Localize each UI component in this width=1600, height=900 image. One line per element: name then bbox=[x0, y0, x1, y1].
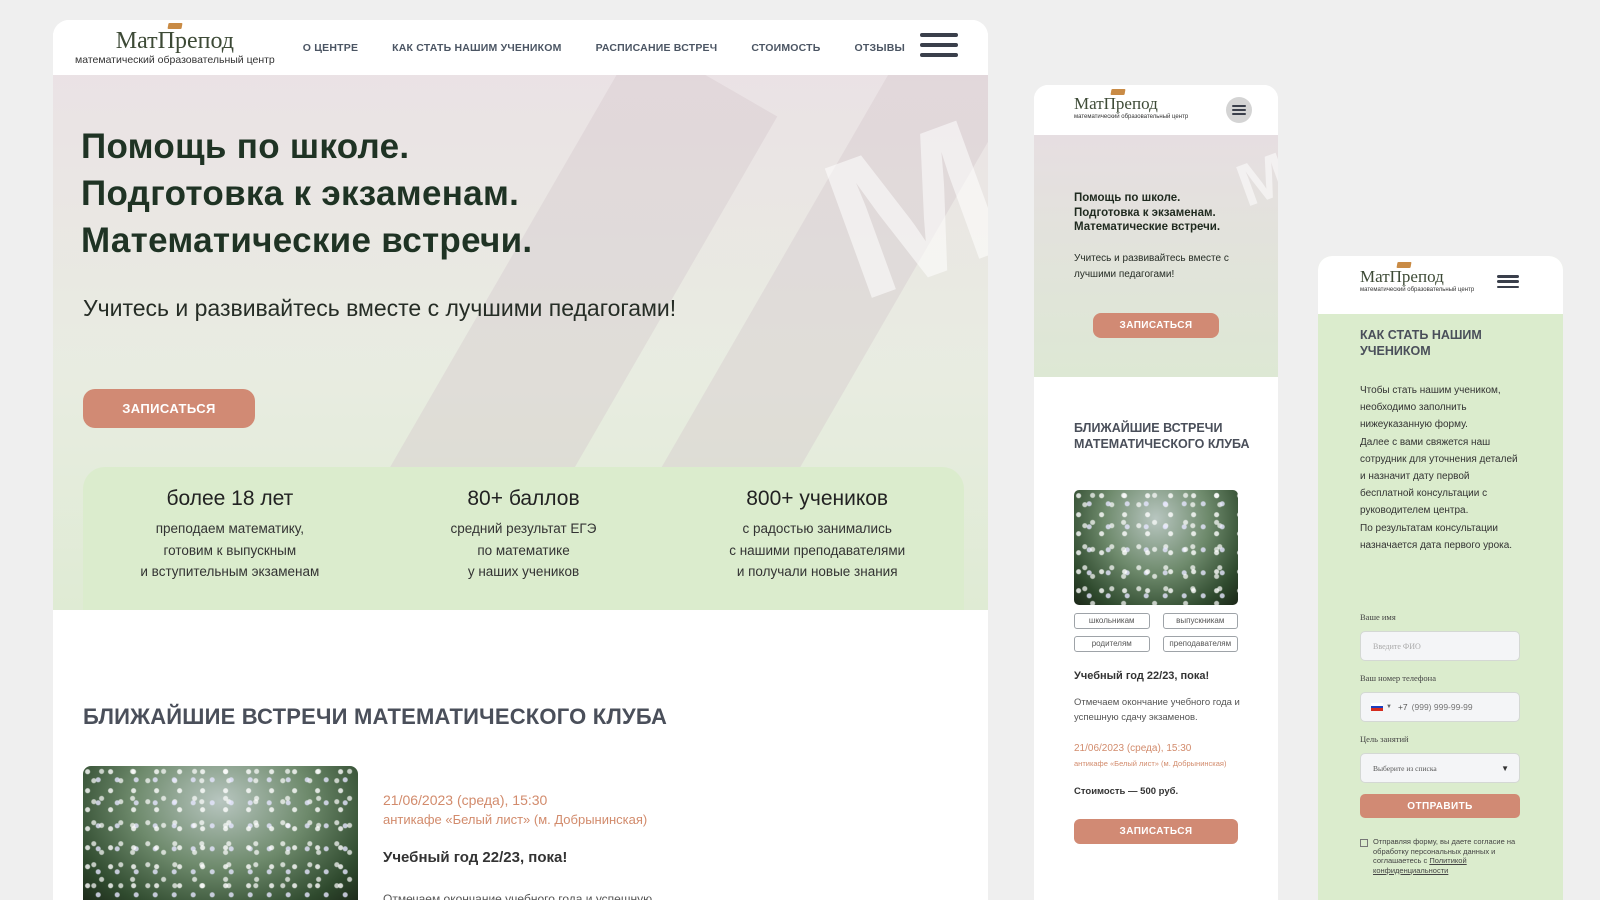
event-date: 21/06/2023 (среда), 15:30 bbox=[1074, 743, 1192, 754]
nav-schedule[interactable]: РАСПИСАНИЕ ВСТРЕЧ bbox=[596, 42, 718, 54]
name-input[interactable] bbox=[1360, 631, 1520, 661]
mobile-header: МатПрепод математический образовательный… bbox=[1318, 256, 1563, 314]
event-signup-button[interactable]: ЗАПИСАТЬСЯ bbox=[1074, 819, 1238, 844]
nav-pricing[interactable]: СТОИМОСТЬ bbox=[751, 42, 820, 54]
event-date: 21/06/2023 (среда), 15:30 bbox=[383, 792, 548, 808]
audience-tags: школьникам выпускникам родителям препода… bbox=[1074, 613, 1238, 652]
tag-students[interactable]: школьникам bbox=[1074, 613, 1150, 629]
mobile-header: МатПрепод математический образовательный… bbox=[1034, 85, 1278, 135]
signup-title: КАК СТАТЬ НАШИМ УЧЕНИКОМ bbox=[1360, 328, 1482, 358]
mobile-layout-signup: МатПрепод математический образовательный… bbox=[1318, 256, 1563, 900]
event-photo[interactable] bbox=[1074, 490, 1238, 605]
graduation-cap-icon bbox=[1396, 262, 1412, 268]
desktop-header: МатПрепод математический образовательный… bbox=[53, 20, 988, 75]
event-price: Стоимость — 500 руб. bbox=[1074, 786, 1179, 797]
meetings-title: БЛИЖАЙШИЕ ВСТРЕЧИ МАТЕМАТИЧЕСКОГО КЛУБА bbox=[83, 704, 668, 729]
event-photo[interactable] bbox=[83, 766, 358, 900]
stat-years: более 18 лет преподаем математику, готови… bbox=[140, 487, 320, 579]
menu-button[interactable] bbox=[1226, 97, 1252, 123]
name-label: Ваше имя bbox=[1360, 612, 1396, 622]
phone-field[interactable]: ▼ +7 bbox=[1360, 692, 1520, 722]
menu-icon[interactable] bbox=[1497, 275, 1519, 288]
hero-subtitle: Учитесь и развивайтесь вместе с лучшими … bbox=[1074, 253, 1229, 280]
logo-name: МатПрепод bbox=[116, 22, 234, 53]
tag-graduates[interactable]: выпускникам bbox=[1162, 613, 1238, 629]
logo-subtitle: математический образовательный центр bbox=[1074, 114, 1189, 120]
hero-subtitle: Учитесь и развивайтесь вместе с лучшими … bbox=[83, 295, 677, 321]
signup-button[interactable]: ЗАПИСАТЬСЯ bbox=[83, 389, 255, 428]
confetti-photo bbox=[83, 766, 358, 900]
chevron-down-icon: ▼ bbox=[1501, 763, 1509, 773]
event-title: Учебный год 22/23, пока! bbox=[1074, 670, 1210, 682]
confetti-photo bbox=[1074, 490, 1238, 605]
desktop-layout: МатПрепод математический образовательный… bbox=[53, 20, 988, 900]
phone-input[interactable] bbox=[1411, 702, 1492, 712]
tag-teachers[interactable]: преподавателям bbox=[1162, 636, 1238, 652]
logo-name: МатПрепод bbox=[1360, 262, 1444, 285]
mobile-layout-home: МатПрепод математический образовательный… bbox=[1034, 85, 1278, 900]
logo[interactable]: МатПрепод математический образовательный… bbox=[1360, 262, 1475, 294]
event-place: антикафе «Белый лист» (м. Добрынинская) bbox=[1074, 759, 1227, 768]
stat-score: 80+ баллов средний результат ЕГЭ по матем… bbox=[450, 487, 597, 579]
consent-text: Отправляя форму, вы даете согласие на об… bbox=[1373, 837, 1516, 875]
hero-title: Помощь по школе. Подготовка к экзаменам.… bbox=[81, 127, 533, 260]
signup-instructions: Чтобы стать нашим учеником, необходимо з… bbox=[1360, 385, 1518, 551]
goal-select-value: Выберите из списка bbox=[1373, 763, 1437, 773]
logo[interactable]: МатПрепод математический образовательный… bbox=[75, 22, 275, 67]
stat-students: 800+ учеников с радостью занимались с наш… bbox=[729, 487, 906, 579]
logo-subtitle: математический образовательный центр bbox=[75, 53, 275, 66]
phone-label: Ваш номер телефона bbox=[1360, 673, 1436, 683]
logo-subtitle: математический образовательный центр bbox=[1360, 287, 1475, 293]
main-nav: О ЦЕНТРЕ КАК СТАТЬ НАШИМ УЧЕНИКОМ РАСПИС… bbox=[303, 42, 905, 54]
nav-how-to-join[interactable]: КАК СТАТЬ НАШИМ УЧЕНИКОМ bbox=[392, 42, 561, 54]
menu-icon[interactable] bbox=[920, 33, 958, 57]
logo-name: МатПрепод bbox=[1074, 89, 1158, 112]
tag-parents[interactable]: родителям bbox=[1074, 636, 1150, 652]
nav-about[interactable]: О ЦЕНТРЕ bbox=[303, 42, 358, 54]
stats-panel: более 18 лет преподаем математику, готови… bbox=[83, 467, 964, 610]
event-place: антикафе «Белый лист» (м. Добрынинская) bbox=[383, 812, 648, 827]
phone-country-code: +7 bbox=[1397, 702, 1408, 712]
submit-button[interactable]: ОТПРАВИТЬ bbox=[1360, 794, 1520, 818]
event-card: 21/06/2023 (среда), 15:30 антикафе «Белы… bbox=[383, 792, 652, 900]
goal-label: Цель занятий bbox=[1360, 734, 1409, 744]
russia-flag-icon[interactable] bbox=[1371, 703, 1383, 712]
chevron-down-icon: ▼ bbox=[1386, 704, 1392, 710]
meetings-title: БЛИЖАЙШИЕ ВСТРЕЧИ МАТЕМАТИЧЕСКОГО КЛУБА bbox=[1074, 421, 1250, 451]
event-description: Отмечаем окончание учебного года и успеш… bbox=[383, 892, 653, 900]
hero-decor-letter: M bbox=[1228, 139, 1278, 220]
logo[interactable]: МатПрепод математический образовательный… bbox=[1074, 89, 1189, 121]
hero-section: M Помощь по школе. Подготовка к экзамена… bbox=[53, 75, 988, 610]
hero-section: M Помощь по школе. Подготовка к экзамена… bbox=[1034, 135, 1278, 377]
consent-checkbox[interactable] bbox=[1360, 839, 1368, 847]
menu-icon bbox=[1232, 105, 1246, 115]
consent-block: Отправляя форму, вы даете согласие на об… bbox=[1360, 837, 1525, 875]
graduation-cap-icon bbox=[167, 22, 183, 29]
nav-reviews[interactable]: ОТЗЫВЫ bbox=[855, 42, 906, 54]
signup-button[interactable]: ЗАПИСАТЬСЯ bbox=[1093, 313, 1219, 338]
event-title: Учебный год 22/23, пока! bbox=[383, 849, 568, 866]
graduation-cap-icon bbox=[1110, 89, 1126, 95]
hero-title: Помощь по школе. Подготовка к экзаменам.… bbox=[1074, 192, 1221, 233]
event-description: Отмечаем окончание учебного года и успеш… bbox=[1074, 697, 1240, 723]
goal-select[interactable]: Выберите из списка ▼ bbox=[1360, 753, 1520, 783]
